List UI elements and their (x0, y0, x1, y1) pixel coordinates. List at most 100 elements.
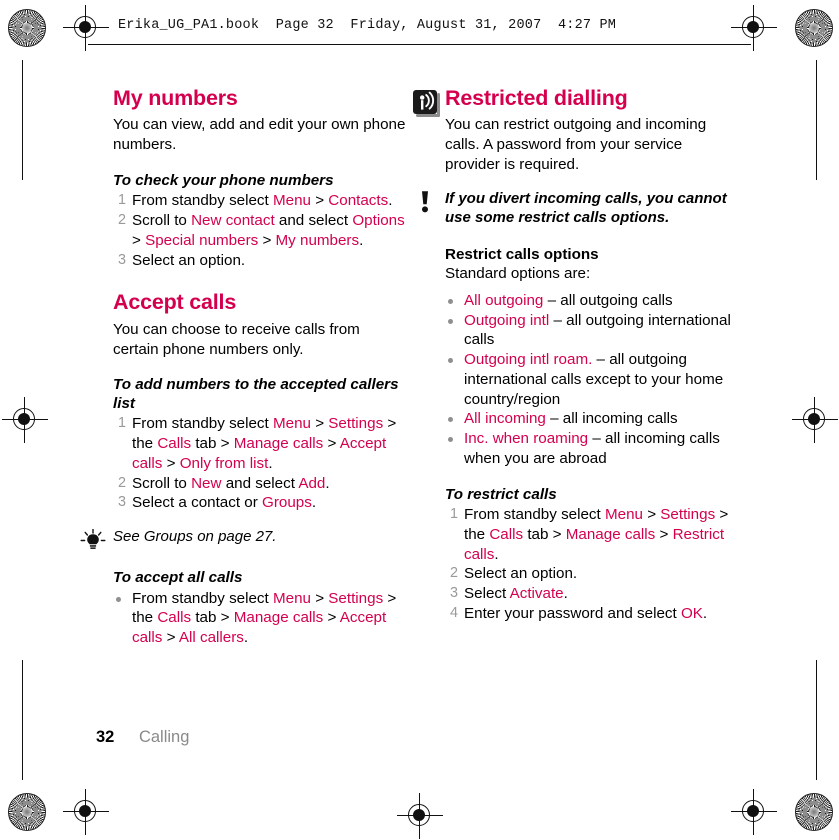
menu-path-token: Groups (262, 494, 312, 512)
body-text-run: > (323, 435, 340, 453)
footer-chapter-name: Calling (138, 728, 190, 746)
page-content: My numbers You can view, add and edit yo… (0, 0, 839, 840)
warning-note-text: If you divert incoming calls, you cannot… (445, 189, 727, 226)
body-text-run: . (494, 545, 499, 563)
step-item: 2 Scroll to New and select Add. (113, 474, 406, 494)
menu-path-token: New (191, 474, 222, 492)
task-title-restrict-calls: To restrict calls (445, 485, 557, 503)
body-text-run: . (388, 192, 393, 210)
menu-path-token: Settings (328, 589, 384, 607)
section-title-restricted-dialling: Restricted dialling (445, 86, 628, 110)
menu-path-token: Manage calls (565, 525, 656, 543)
body-text-run: > (323, 609, 340, 627)
step-number: 2 (117, 212, 126, 229)
body-text-run: tab > (191, 435, 234, 453)
task-title-add-numbers-accepted: To add numbers to the accepted callers l… (113, 376, 399, 412)
step-number: 3 (449, 585, 458, 602)
steps-accept-all-calls: From standby select Menu > Settings > th… (113, 589, 406, 648)
body-text-run: . (268, 454, 273, 472)
menu-path-token: OK (680, 604, 703, 622)
menu-path-token: Menu (604, 506, 643, 524)
body-text-run: . (311, 494, 317, 512)
step-item: 3 Select a contact or Groups. (113, 493, 406, 513)
section-intro-accept-calls: You can choose to receive calls from cer… (113, 320, 360, 358)
list-restrict-calls-options: All outgoing – all outgoing calls Outgoin… (445, 291, 738, 469)
steps-restrict-calls: 1 From standby select Menu > Settings > t… (445, 505, 738, 624)
task-title-check-phone-numbers: To check your phone numbers (113, 171, 334, 189)
warning-note-divert-calls: If you divert incoming calls, you cannot… (412, 189, 738, 227)
body-text-run: . (702, 604, 708, 622)
menu-path-token: Activate (509, 585, 564, 603)
menu-path-token: Settings (328, 415, 384, 433)
body-text-run: > (132, 231, 146, 249)
body-text-run: . (563, 585, 568, 603)
body-text-run: Scroll to (132, 212, 192, 230)
body-text-run: > (310, 589, 329, 607)
body-text-run: > (310, 415, 329, 433)
menu-path-token: Add (298, 474, 326, 492)
step-number: 2 (449, 565, 458, 582)
body-text-run: From standby select (132, 192, 273, 210)
list-item: All incoming – all incoming calls (445, 409, 738, 429)
bullet-dot (448, 358, 453, 364)
menu-path-token: My numbers (275, 231, 360, 249)
body-text-run: – all incoming calls (545, 410, 678, 428)
subhead-intro-standard-options: Standard options are: (445, 265, 591, 283)
menu-path-token: Manage calls (233, 609, 324, 627)
menu-path-token: Settings (660, 506, 716, 524)
section-title-accept-calls: Accept calls (113, 290, 237, 315)
list-item: All outgoing – all outgoing calls (445, 291, 738, 311)
body-text-run: Scroll to (132, 474, 192, 492)
step-item: 4 Enter your password and select OK. (445, 604, 738, 624)
lightbulb-tip-icon (80, 528, 106, 551)
menu-path-token: All callers (178, 629, 244, 647)
section-header-restricted-dialling: Restricted dialling (413, 86, 738, 117)
bullet-dot (448, 417, 453, 423)
list-item: Outgoing intl roam. – all outgoing inter… (445, 350, 738, 409)
step-number: 1 (117, 415, 126, 432)
steps-add-numbers-accepted: 1 From standby select Menu > Settings > t… (113, 414, 406, 513)
step-number: 2 (117, 474, 126, 491)
network-antenna-icon (413, 90, 440, 117)
menu-path-token: All outgoing (464, 291, 544, 309)
body-text-run: From standby select (132, 589, 273, 607)
step-item: 1 From standby select Menu > Contacts. (113, 191, 406, 211)
menu-path-token: Outgoing intl (464, 311, 550, 329)
bullet-dot (448, 318, 453, 324)
bullet-dot (448, 298, 453, 304)
menu-path-token: All incoming (464, 410, 546, 428)
step-item: 3 Select an option. (113, 251, 406, 271)
body-text-run: – all outgoing calls (543, 291, 673, 309)
step-item: 1 From standby select Menu > Settings > t… (445, 505, 738, 564)
menu-path-token: Options (352, 212, 405, 230)
body-text-run: Select an option. (464, 565, 578, 583)
body-text-run: . (325, 474, 330, 492)
bullet-dot (116, 596, 121, 602)
menu-path-token: Inc. when roaming (464, 430, 589, 448)
step-item: 2 Select an option. (445, 564, 738, 584)
body-text-run: . (243, 629, 249, 647)
tip-note-groups: See Groups on page 27. (80, 527, 406, 550)
menu-path-token: Menu (272, 415, 311, 433)
body-text-run: Select (464, 585, 510, 603)
step-number: 1 (449, 506, 458, 523)
right-column: Restricted dialling You can restrict out… (413, 86, 738, 624)
body-text-run: and select (221, 474, 299, 492)
step-item: 2 Scroll to New contact and select Option… (113, 211, 406, 251)
step-item: 1 From standby select Menu > Settings > t… (113, 414, 406, 473)
section-title-my-numbers: My numbers (113, 86, 238, 110)
tip-note-text: See Groups on page 27. (113, 528, 277, 546)
body-text-run: and select (274, 212, 353, 230)
body-text-run: > (162, 454, 180, 472)
body-text-run: tab > (523, 525, 566, 543)
footer-page-number: 32 (96, 728, 115, 746)
menu-path-token: Menu (272, 589, 311, 607)
body-text-run: > (162, 629, 179, 647)
exclamation-warning-icon (416, 190, 434, 214)
menu-path-token: Calls (489, 525, 524, 543)
body-text-run: > (310, 192, 329, 210)
subhead-restrict-calls-options: Restrict calls options (445, 245, 599, 263)
body-text-run: tab > (191, 609, 234, 627)
steps-check-phone-numbers: 1 From standby select Menu > Contacts. 2 Sc… (113, 191, 406, 270)
body-text-run: From standby select (464, 506, 605, 524)
